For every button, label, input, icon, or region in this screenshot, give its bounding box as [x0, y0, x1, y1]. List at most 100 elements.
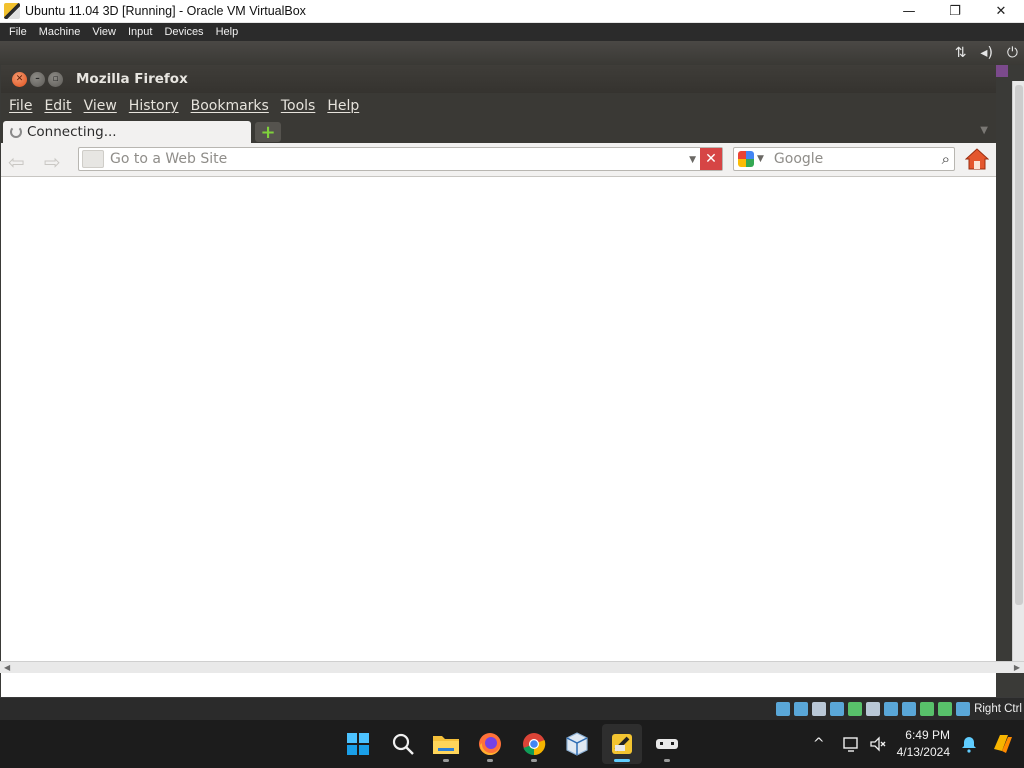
desktop-accent	[996, 65, 1008, 77]
firefox-maximize-button[interactable]: ▫	[48, 71, 63, 87]
windows-logo-icon	[347, 733, 369, 755]
search-button[interactable]	[383, 724, 423, 764]
vbox-menu-view[interactable]: View	[86, 26, 122, 38]
search-icon[interactable]: ⌕	[942, 150, 950, 168]
host-key-label: Right Ctrl	[974, 703, 1022, 715]
notification-bell-icon[interactable]	[960, 735, 978, 753]
running-indicator	[443, 759, 449, 762]
google-engine-icon[interactable]	[738, 151, 754, 167]
url-bar[interactable]: ▼ ✕	[78, 147, 723, 171]
vbox-statusbar: Right Ctrl	[0, 697, 1024, 720]
scroll-right-icon[interactable]: ▶	[1014, 663, 1020, 672]
maximize-button[interactable]: ❐	[932, 0, 978, 23]
ff-menu-help[interactable]: Help	[321, 98, 365, 114]
ff-menu-edit[interactable]: Edit	[38, 98, 77, 114]
firefox-taskbar-button[interactable]	[470, 724, 510, 764]
chrome-logo-icon	[523, 733, 546, 756]
keyboard-capture-icon[interactable]	[956, 702, 971, 716]
taskbar-search-icon	[392, 733, 414, 755]
guest-top-panel: ⇅ ◂) ⏻	[0, 41, 1024, 65]
ff-menu-tools[interactable]: Tools	[275, 98, 322, 114]
page-content[interactable]	[1, 177, 996, 685]
site-identity-icon[interactable]	[82, 150, 104, 168]
vbox-menu-file[interactable]: File	[3, 26, 33, 38]
home-icon[interactable]	[965, 148, 989, 170]
cube-icon	[566, 732, 588, 756]
search-input[interactable]	[773, 151, 929, 167]
hard-disk-icon[interactable]	[776, 702, 791, 716]
vbox-menu-input[interactable]: Input	[122, 26, 158, 38]
stop-button[interactable]: ✕	[700, 148, 722, 170]
tab-connecting[interactable]: Connecting...	[3, 121, 251, 143]
vbox-titlebar: Ubuntu 11.04 3D [Running] - Oracle VM Vi…	[0, 0, 1024, 23]
search-bar[interactable]: ▼ ⌕	[733, 147, 955, 171]
volume-icon[interactable]: ◂)	[980, 45, 993, 61]
new-tab-button[interactable]: +	[255, 122, 281, 143]
display-icon[interactable]	[884, 702, 899, 716]
windows-taskbar: ^ 6:49 PM 4/13/2024	[0, 720, 1024, 768]
firefox-logo-icon	[479, 733, 501, 755]
display-network-icon[interactable]	[842, 735, 861, 753]
running-indicator	[487, 759, 493, 762]
gamepad-icon	[656, 739, 678, 749]
horizontal-scrollbar[interactable]: ◀ ▶	[0, 661, 1024, 673]
firefox-window-title: Mozilla Firefox	[76, 71, 188, 87]
cpu-icon[interactable]	[920, 702, 935, 716]
firefox-minimize-button[interactable]: –	[30, 71, 45, 87]
firefox-menubar: File Edit View History Bookmarks Tools H…	[1, 93, 996, 119]
virtualbox-vm-icon	[612, 734, 632, 754]
vertical-scrollbar[interactable]	[1012, 81, 1024, 661]
ff-menu-view[interactable]: View	[78, 98, 123, 114]
shared-folders-icon[interactable]	[866, 702, 881, 716]
url-history-dropdown-icon[interactable]: ▼	[689, 155, 696, 165]
tab-list-chevron-icon[interactable]: ▼	[980, 125, 988, 136]
firefox-tabbar: Connecting... + ▼	[1, 119, 996, 143]
firefox-titlebar: ✕ – ▫ Mozilla Firefox	[1, 65, 996, 93]
active-indicator	[614, 759, 630, 762]
network-adapter-icon[interactable]	[830, 702, 845, 716]
back-button[interactable]: ⇦	[8, 150, 25, 174]
clock-date: 4/13/2024	[896, 745, 950, 759]
usb-icon[interactable]	[848, 702, 863, 716]
ff-menu-file[interactable]: File	[3, 98, 38, 114]
vbox-menu-machine[interactable]: Machine	[33, 26, 87, 38]
url-input[interactable]	[110, 151, 670, 167]
minimize-button[interactable]: —	[886, 0, 932, 23]
chrome-taskbar-button[interactable]	[514, 724, 554, 764]
vbox-menu-devices[interactable]: Devices	[158, 26, 209, 38]
ff-menu-bookmarks[interactable]: Bookmarks	[185, 98, 275, 114]
vbox-menu-help[interactable]: Help	[210, 26, 245, 38]
virtualbox-app-icon	[4, 3, 20, 19]
start-button[interactable]	[338, 724, 378, 764]
audio-icon[interactable]	[812, 702, 827, 716]
system-tray: ^ 6:49 PM 4/13/2024	[813, 720, 1024, 768]
vbox-menubar: File Machine View Input Devices Help	[0, 23, 1024, 41]
folder-icon	[433, 736, 459, 754]
ubuntu-vm-taskbar-button[interactable]	[602, 724, 642, 764]
vertical-scrollbar-thumb[interactable]	[1015, 85, 1023, 605]
power-icon[interactable]: ⏻	[1007, 45, 1018, 61]
file-explorer-button[interactable]	[426, 724, 466, 764]
clock-time: 6:49 PM	[905, 728, 950, 742]
network-icon[interactable]: ⇅	[955, 45, 967, 61]
close-button[interactable]: ✕	[978, 0, 1024, 23]
running-indicator	[531, 759, 537, 762]
clock[interactable]: 6:49 PM 4/13/2024	[897, 727, 950, 761]
game-app-button[interactable]	[647, 724, 687, 764]
vbox-window-title: Ubuntu 11.04 3D [Running] - Oracle VM Vi…	[25, 4, 306, 18]
video-capture-icon[interactable]	[902, 702, 917, 716]
firefox-window: ✕ – ▫ Mozilla Firefox File Edit View His…	[0, 65, 996, 697]
guest-screen: ⇅ ◂) ⏻ ✕ – ▫ Mozilla Firefox File Edit V…	[0, 41, 1024, 697]
forward-button[interactable]: ⇨	[44, 150, 61, 174]
tab-label: Connecting...	[27, 124, 117, 140]
speaker-muted-icon[interactable]	[869, 735, 887, 753]
mouse-integration-icon[interactable]	[938, 702, 953, 716]
search-engine-dropdown-icon[interactable]: ▼	[757, 154, 764, 164]
ff-menu-history[interactable]: History	[123, 98, 185, 114]
scroll-left-icon[interactable]: ◀	[4, 663, 10, 672]
copilot-icon[interactable]	[990, 731, 1016, 757]
virtualbox-manager-button[interactable]	[557, 724, 597, 764]
firefox-close-button[interactable]: ✕	[12, 71, 27, 87]
optical-drive-icon[interactable]	[794, 702, 809, 716]
tray-overflow-chevron-icon[interactable]: ^	[813, 736, 825, 752]
